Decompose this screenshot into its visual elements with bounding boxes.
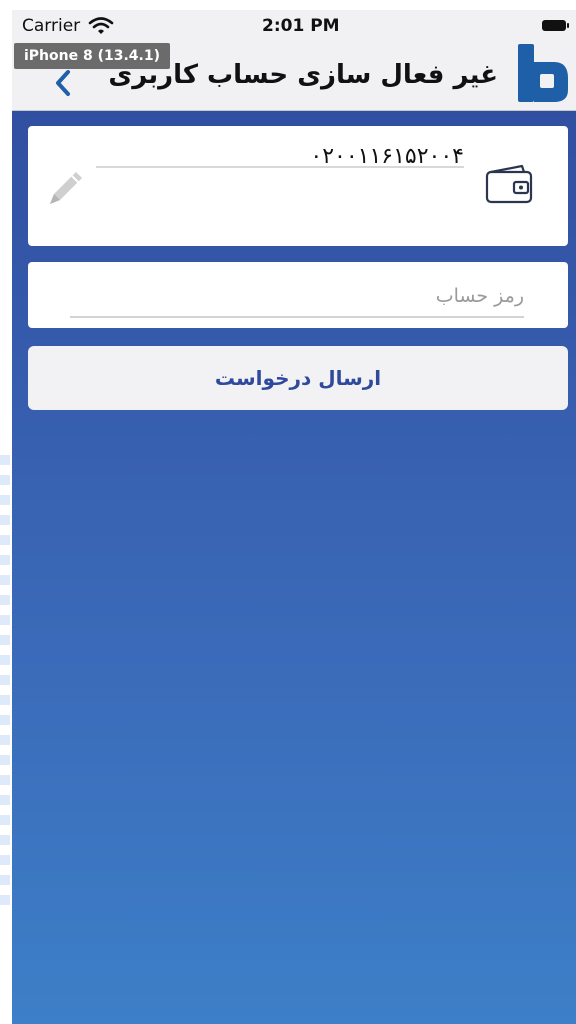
carrier-label: Carrier <box>22 16 81 36</box>
password-card <box>28 262 568 328</box>
background-pattern <box>0 455 10 905</box>
navigation-bar: Carrier 2:01 PM iPhone 8 (13.4.1) غیر فع… <box>12 10 576 111</box>
clock: 2:01 PM <box>262 16 340 36</box>
wifi-icon <box>88 16 114 36</box>
back-button[interactable] <box>52 68 74 98</box>
wallet-icon <box>484 164 534 204</box>
account-card: ۰۲۰۰۱۱۶۱۵۲۰۰۴ <box>28 126 568 246</box>
bank-logo-icon <box>506 40 572 106</box>
chevron-left-icon <box>56 70 70 96</box>
battery-icon <box>542 20 569 31</box>
app-screen: Carrier 2:01 PM iPhone 8 (13.4.1) غیر فع… <box>12 10 576 1024</box>
pencil-icon[interactable] <box>42 164 90 212</box>
status-bar: Carrier 2:01 PM <box>12 10 576 44</box>
password-input[interactable] <box>70 280 524 312</box>
submit-request-button[interactable]: ارسال درخواست <box>28 346 568 410</box>
password-underline <box>70 316 524 318</box>
page-title: غیر فعال سازی حساب کاربری <box>108 60 498 90</box>
account-underline <box>96 166 464 168</box>
left-margin <box>0 0 12 1024</box>
